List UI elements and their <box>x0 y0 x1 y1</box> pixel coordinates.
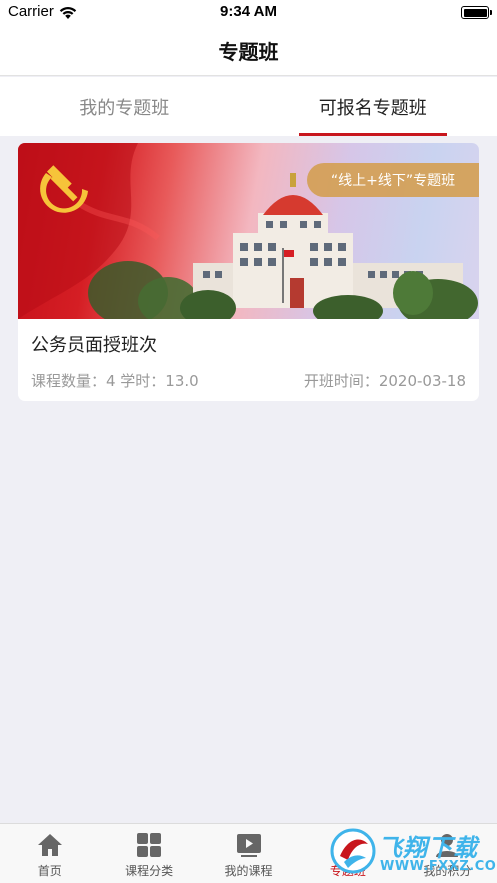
play-icon <box>236 834 261 857</box>
active-tab-indicator <box>298 133 447 136</box>
home-icon <box>37 834 62 856</box>
tab-enrollable-topic-class[interactable]: 可报名专题班 <box>249 77 497 136</box>
clock: 9:34 AM <box>220 3 277 20</box>
grid-icon <box>137 833 162 857</box>
card-banner-image: “线上+线下”专题班 <box>18 143 479 319</box>
card-title: 公务员面授班次 <box>31 335 157 356</box>
tab-bar-label: 课程分类 <box>125 864 174 878</box>
tab-bar-label: 我的课程 <box>224 864 273 878</box>
battery-icon <box>461 6 492 19</box>
topic-class-card[interactable]: “线上+线下”专题班 公务员面授班次 课程数量：4 学时：13.0 开班时间：2… <box>18 143 479 401</box>
watermark-text: 飞翔下载 <box>378 834 478 862</box>
navigation-bar: 专题班 <box>0 26 497 76</box>
watermark-url: WWW.FXXZ.COM <box>380 859 497 874</box>
course-count-and-hours: 课程数量：4 学时：13.0 <box>31 372 199 390</box>
tab-bar-item-category[interactable]: 课程分类 <box>99 824 198 883</box>
tab-bar-item-my-courses[interactable]: 我的课程 <box>199 824 298 883</box>
tab-bar-label: 首页 <box>37 864 62 878</box>
tab-my-topic-class[interactable]: 我的专题班 <box>0 77 249 136</box>
status-bar: Carrier 9:34 AM <box>0 0 497 26</box>
page-title: 专题班 <box>218 40 279 64</box>
watermark-overlay: 飞翔下载 WWW.FXXZ.COM <box>330 826 497 880</box>
segment-tabs: 我的专题班 可报名专题班 <box>0 77 497 136</box>
tab-label: 我的专题班 <box>79 97 170 119</box>
watermark-logo-icon <box>330 828 376 874</box>
tab-bar-item-home[interactable]: 首页 <box>0 824 99 883</box>
online-offline-badge: “线上+线下”专题班 <box>307 163 479 197</box>
start-date: 开班时间：2020-03-18 <box>303 372 466 390</box>
tab-label: 可报名专题班 <box>318 97 427 119</box>
